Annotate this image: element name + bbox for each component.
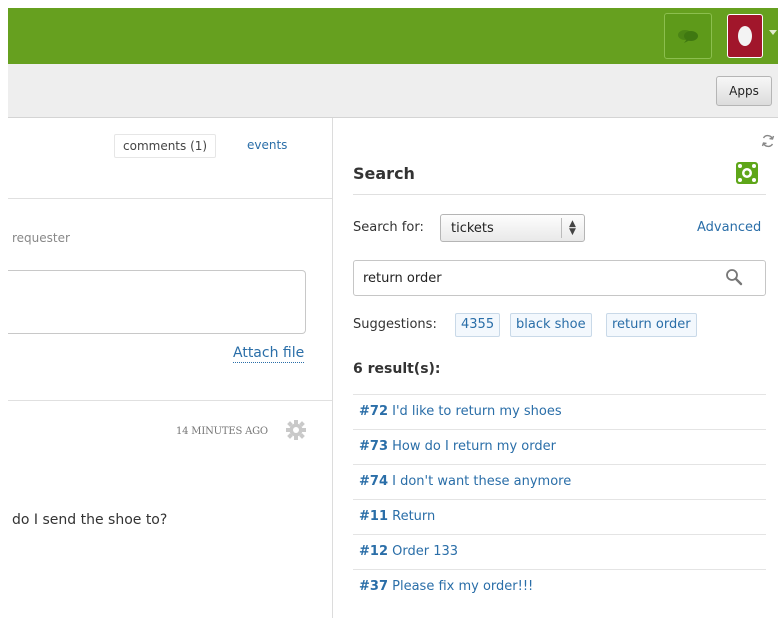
result-row[interactable]: #12 Order 133: [353, 534, 766, 569]
suggestion-chip[interactable]: return order: [606, 313, 697, 337]
refresh-icon[interactable]: [761, 134, 775, 148]
divider: [8, 198, 332, 199]
apps-button[interactable]: Apps: [716, 76, 772, 106]
suggestions-label: Suggestions:: [353, 317, 437, 332]
result-row[interactable]: #37 Please fix my order!!!: [353, 569, 766, 604]
comment-input[interactable]: [8, 270, 306, 334]
comment-body: do I send the shoe to?: [12, 512, 168, 528]
result-id: #12: [359, 544, 388, 559]
divider: [8, 400, 332, 401]
result-title: I don't want these anymore: [392, 474, 572, 489]
result-row[interactable]: #73 How do I return my order: [353, 429, 766, 464]
gear-icon[interactable]: [285, 419, 307, 441]
result-row[interactable]: #11 Return: [353, 499, 766, 534]
ticket-panel: comments (1) events requester Attach fil…: [8, 118, 332, 618]
result-title: Please fix my order!!!: [392, 579, 534, 594]
avatar-dropdown-caret-icon[interactable]: [769, 30, 777, 35]
tab-comments[interactable]: comments (1): [114, 134, 217, 158]
chat-button[interactable]: [664, 13, 712, 59]
zendesk-app-icon: [736, 162, 758, 184]
result-id: #74: [359, 474, 388, 489]
select-arrows-icon: ▲ ▼: [569, 219, 576, 237]
search-app-panel: Search Search for: tickets ▲▼ Advanced S…: [333, 118, 778, 618]
attach-file-link[interactable]: Attach file: [233, 344, 305, 363]
search-for-label: Search for:: [353, 220, 424, 235]
result-row[interactable]: #74 I don't want these anymore: [353, 464, 766, 499]
tab-events[interactable]: events: [247, 134, 287, 156]
user-avatar[interactable]: [727, 14, 763, 58]
search-title: Search: [353, 164, 415, 183]
select-separator: [561, 218, 562, 238]
search-type-value: tickets: [451, 221, 494, 236]
result-id: #73: [359, 439, 388, 454]
result-title: Return: [392, 509, 436, 524]
top-navigation-bar: [8, 8, 778, 64]
result-id: #37: [359, 579, 388, 594]
chat-bubbles-icon: [678, 30, 698, 43]
search-input[interactable]: [353, 260, 766, 296]
result-title: Order 133: [392, 544, 459, 559]
result-row[interactable]: #72 I'd like to return my shoes: [353, 394, 766, 429]
comment-timestamp: 14 MINUTES AGO: [176, 426, 268, 437]
search-icon[interactable]: [725, 268, 743, 286]
result-title: How do I return my order: [392, 439, 556, 454]
suggestion-chip[interactable]: 4355: [455, 313, 501, 337]
search-type-select[interactable]: tickets ▲ ▼: [440, 214, 585, 242]
requester-label: requester: [12, 231, 70, 245]
user-avatar-icon: [738, 26, 752, 46]
suggestion-chip[interactable]: black shoe: [510, 313, 592, 337]
results-count: 6 result(s):: [353, 361, 441, 377]
result-id: #72: [359, 404, 388, 419]
toolbar: Apps: [8, 64, 778, 118]
divider: [353, 194, 766, 195]
advanced-search-link[interactable]: Advanced: [697, 220, 761, 235]
result-id: #11: [359, 509, 388, 524]
result-title: I'd like to return my shoes: [392, 404, 562, 419]
